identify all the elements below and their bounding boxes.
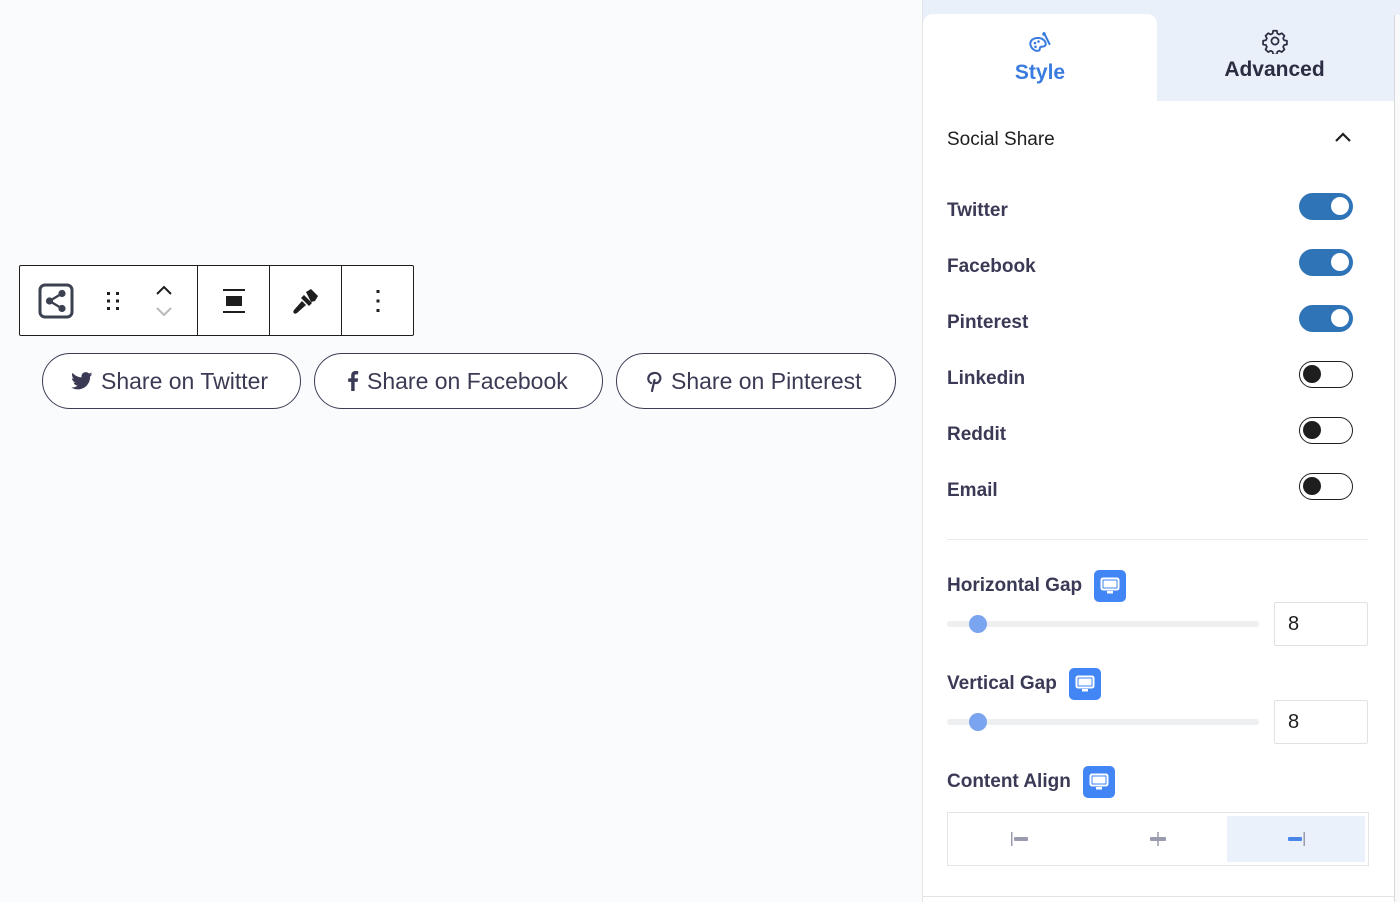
settings-sidebar: Style Advanced Social Share Twitter Face… — [922, 0, 1400, 902]
share-twitter-label: Share on Twitter — [101, 367, 269, 394]
toggle-label: Twitter — [947, 200, 1008, 221]
toggle-knob — [1331, 253, 1349, 271]
toggle-knob — [1303, 421, 1321, 439]
twitter-icon — [71, 372, 93, 390]
pinterest-toggle[interactable] — [1299, 304, 1353, 332]
toggle-label: Linkedin — [947, 368, 1026, 389]
share-facebook-label: Share on Facebook — [367, 367, 568, 394]
drag-handle-icon — [107, 291, 119, 310]
editor-canvas: Share on Twitter Share on Facebook Share… — [0, 0, 922, 902]
chevron-up-icon — [156, 285, 172, 295]
vertical-gap-input[interactable] — [1274, 700, 1368, 744]
more-vertical-icon — [376, 289, 379, 312]
reddit-toggle[interactable] — [1299, 416, 1353, 444]
block-mover — [152, 280, 176, 322]
align-left-option[interactable] — [951, 816, 1089, 862]
content-align-options — [947, 812, 1369, 866]
paintbrush-icon — [292, 288, 318, 314]
share-pinterest-label: Share on Pinterest — [671, 367, 862, 394]
toggle-knob — [1331, 309, 1349, 327]
social-share-panel-toggle[interactable]: Social Share — [947, 101, 1368, 177]
email-toggle[interactable] — [1299, 472, 1353, 500]
horizontal-gap-device-button[interactable] — [1094, 570, 1127, 602]
panel-title: Social Share — [947, 129, 1055, 150]
toggle-label: Email — [947, 480, 998, 501]
toolbar-group-style — [270, 266, 342, 335]
gear-icon — [1261, 29, 1288, 54]
desktop-icon — [1075, 675, 1095, 692]
horizontal-gap-slider[interactable] — [947, 615, 1259, 633]
share-block-button[interactable] — [37, 282, 75, 320]
style-brush-button[interactable] — [291, 286, 321, 316]
chevron-down-icon — [156, 306, 172, 316]
toolbar-group-block — [20, 266, 198, 335]
horizontal-gap-label: Horizontal Gap — [947, 575, 1083, 596]
social-share-buttons: Share on Twitter Share on Facebook Share… — [42, 353, 896, 409]
move-down-button[interactable] — [152, 302, 176, 322]
toolbar-group-align — [198, 266, 270, 335]
sidebar-tabs: Style Advanced — [923, 0, 1400, 101]
toggle-label: Pinterest — [947, 312, 1029, 333]
toggle-row-email: Email — [947, 463, 1368, 519]
twitter-toggle[interactable] — [1299, 192, 1353, 220]
vertical-gap-label: Vertical Gap — [947, 673, 1057, 694]
facebook-toggle[interactable] — [1299, 248, 1353, 276]
vertical-gap-slider[interactable] — [947, 713, 1259, 731]
toggle-label: Reddit — [947, 424, 1007, 445]
align-right-option[interactable] — [1227, 816, 1365, 862]
social-share-panel: Social Share Twitter Facebook Pinterest … — [923, 101, 1400, 866]
desktop-icon — [1100, 577, 1120, 594]
sidebar-scrollbar[interactable] — [1394, 15, 1400, 902]
horizontal-gap-input[interactable] — [1274, 602, 1368, 646]
content-align-control: Content Align — [947, 766, 1369, 866]
align-left-icon — [1011, 832, 1028, 846]
more-options-button[interactable] — [375, 289, 381, 313]
move-up-button[interactable] — [152, 280, 176, 300]
section-divider — [947, 539, 1368, 540]
drag-handle-button[interactable] — [99, 281, 127, 321]
vertical-gap-device-button[interactable] — [1068, 668, 1101, 700]
toggle-label: Facebook — [947, 256, 1036, 277]
tab-style-label: Style — [1014, 61, 1066, 84]
toggle-knob — [1331, 197, 1349, 215]
tab-style[interactable]: Style — [923, 14, 1157, 101]
toggle-row-linkedin: Linkedin — [947, 351, 1368, 407]
facebook-icon — [348, 371, 359, 391]
social-network-toggles: Twitter Facebook Pinterest Linkedin Redd… — [947, 183, 1368, 519]
toggle-row-reddit: Reddit — [947, 407, 1368, 463]
share-pinterest-button[interactable]: Share on Pinterest — [616, 353, 896, 409]
share-facebook-button[interactable]: Share on Facebook — [314, 353, 603, 409]
content-align-device-button[interactable] — [1082, 766, 1115, 798]
toggle-row-pinterest: Pinterest — [947, 295, 1368, 351]
align-center-option[interactable] — [1089, 816, 1227, 862]
toggle-row-facebook: Facebook — [947, 239, 1368, 295]
toggle-row-twitter: Twitter — [947, 183, 1368, 239]
tab-advanced[interactable]: Advanced — [1157, 0, 1392, 101]
toggle-knob — [1303, 365, 1321, 383]
desktop-icon — [1089, 773, 1109, 790]
chevron-up-icon — [1335, 132, 1351, 142]
align-right-icon — [1288, 832, 1305, 846]
align-full-width-icon — [222, 288, 245, 313]
share-twitter-button[interactable]: Share on Twitter — [42, 353, 301, 409]
align-center-icon — [1150, 832, 1166, 846]
share-icon — [38, 283, 74, 318]
palette-icon — [1029, 32, 1051, 52]
align-button[interactable] — [222, 288, 246, 314]
toolbar-group-more — [342, 266, 413, 335]
pinterest-icon — [647, 371, 662, 392]
block-toolbar — [19, 265, 414, 336]
toggle-knob — [1303, 477, 1321, 495]
linkedin-toggle[interactable] — [1299, 360, 1353, 388]
vertical-gap-control: Vertical Gap — [947, 668, 1368, 744]
vertical-gap-slider-thumb[interactable] — [969, 713, 988, 731]
content-align-label: Content Align — [947, 771, 1071, 792]
horizontal-gap-slider-thumb[interactable] — [969, 615, 988, 633]
panel-bottom-divider — [923, 896, 1394, 897]
tab-advanced-label: Advanced — [1224, 58, 1325, 81]
horizontal-gap-control: Horizontal Gap — [947, 570, 1368, 646]
